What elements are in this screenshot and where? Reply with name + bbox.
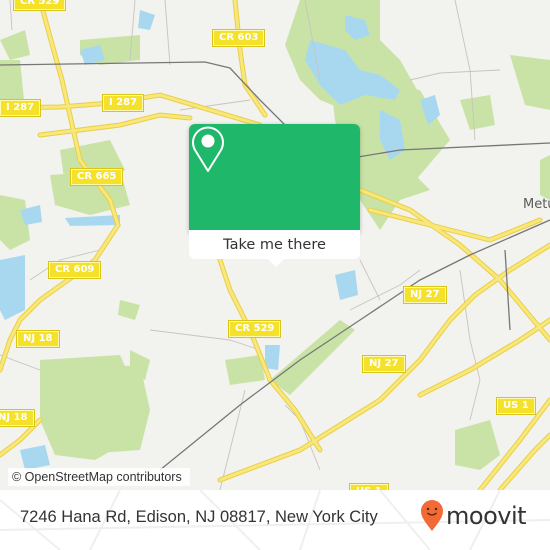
road-label: NJ 18 bbox=[16, 330, 60, 348]
road-label: NJ 27 bbox=[362, 355, 406, 373]
popup-pointer bbox=[267, 258, 285, 267]
road-label: US 1 bbox=[496, 397, 536, 415]
location-pin-icon bbox=[192, 126, 224, 172]
place-label: Metu bbox=[523, 197, 550, 212]
road-label: CR 603 bbox=[211, 29, 266, 47]
road-label: CR 529 bbox=[12, 0, 67, 11]
moovit-logo[interactable]: moovit bbox=[420, 500, 527, 532]
road-label: CR 609 bbox=[47, 261, 102, 279]
map-attribution[interactable]: © OpenStreetMap contributors bbox=[8, 468, 190, 486]
road-label: I 287 bbox=[101, 94, 145, 112]
road-label: NJ 18 bbox=[0, 409, 35, 427]
map-view[interactable]: CR 529 CR 603 I 287 I 287 CR 665 CR 609 … bbox=[0, 0, 550, 490]
road-label: NJ 27 bbox=[403, 286, 447, 304]
address-text: 7246 Hana Rd, Edison, NJ 08817, New York… bbox=[20, 508, 378, 526]
footer-bar: 7246 Hana Rd, Edison, NJ 08817, New York… bbox=[0, 490, 550, 550]
take-me-there-button[interactable]: Take me there bbox=[189, 230, 360, 259]
moovit-pin-icon bbox=[421, 500, 443, 531]
road-label: CR 665 bbox=[69, 168, 124, 186]
road-label: I 287 bbox=[0, 99, 42, 117]
brand-name: moovit bbox=[446, 502, 527, 530]
location-popup: Take me there bbox=[189, 124, 360, 267]
road-label: CR 529 bbox=[227, 320, 282, 338]
popup-header bbox=[189, 124, 360, 230]
